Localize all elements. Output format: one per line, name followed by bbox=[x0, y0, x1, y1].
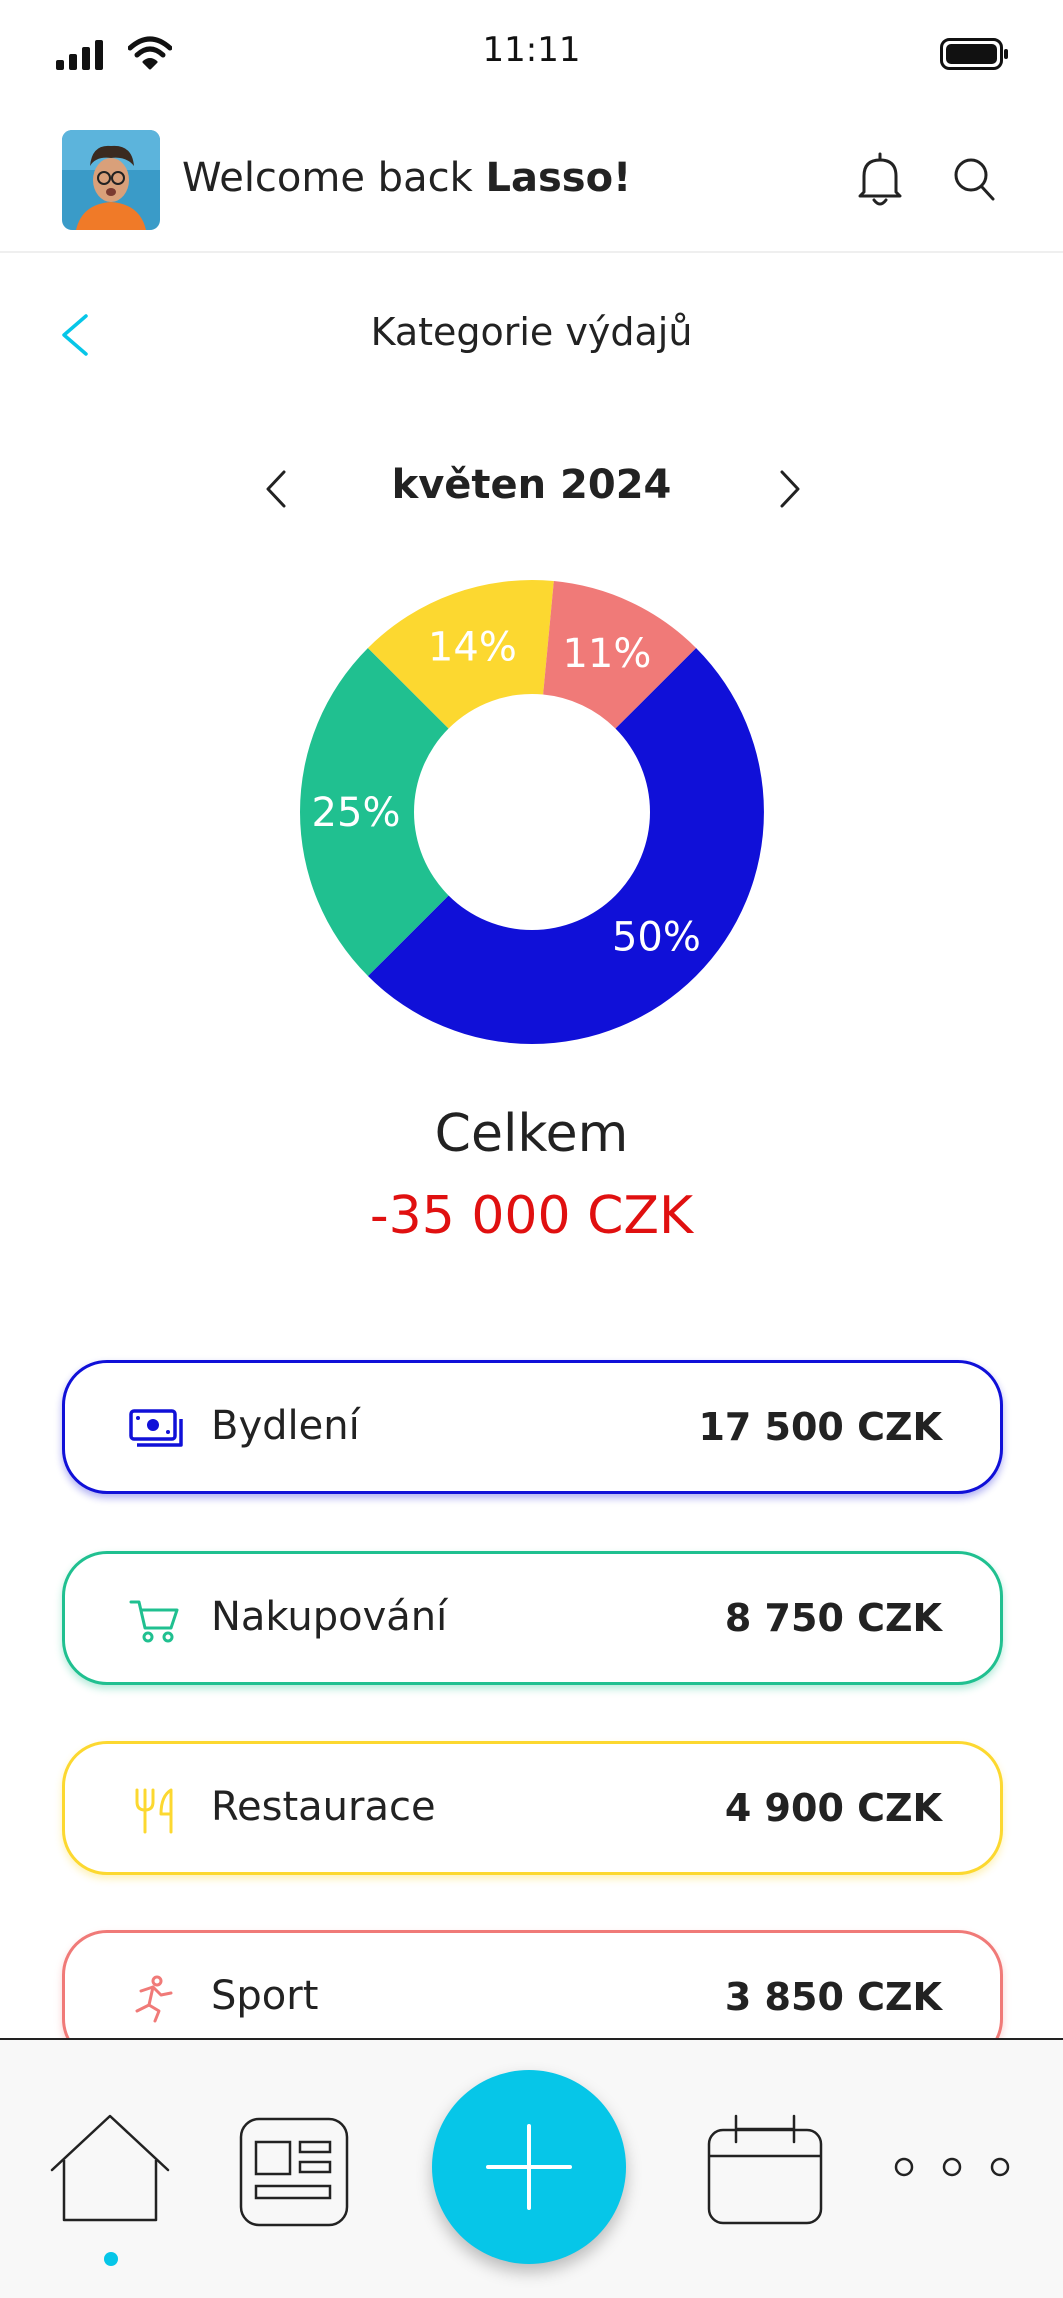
bottom-nav bbox=[0, 2038, 1063, 2298]
category-name: Sport bbox=[211, 1973, 319, 2019]
category-card-bydleni[interactable]: Bydlení 17 500 CZK bbox=[62, 1360, 1003, 1494]
expense-donut-chart: 50% 25% 14% 11% bbox=[300, 580, 764, 1044]
category-amount: 3 850 CZK bbox=[724, 1975, 942, 2019]
bell-icon[interactable] bbox=[856, 152, 904, 208]
status-time: 11:11 bbox=[482, 30, 581, 70]
total-label: Celkem bbox=[434, 1104, 629, 1164]
category-amount: 17 500 CZK bbox=[698, 1405, 942, 1449]
category-name: Bydlení bbox=[211, 1403, 360, 1449]
month-label: květen 2024 bbox=[391, 462, 672, 508]
add-button[interactable] bbox=[432, 2070, 626, 2264]
total-value: -35 000 CZK bbox=[369, 1186, 694, 1246]
donut-label-2: 25% bbox=[312, 790, 401, 836]
calendar-icon[interactable] bbox=[706, 2112, 824, 2226]
search-icon[interactable] bbox=[952, 156, 996, 202]
runner-icon bbox=[135, 1975, 173, 2023]
category-card-nakupovani[interactable]: Nakupování 8 750 CZK bbox=[62, 1551, 1003, 1685]
more-icon[interactable] bbox=[890, 2152, 1014, 2182]
avatar-image bbox=[62, 130, 160, 230]
money-icon bbox=[129, 1409, 183, 1447]
avatar[interactable] bbox=[62, 130, 160, 230]
plus-icon bbox=[486, 2124, 572, 2210]
news-icon[interactable] bbox=[238, 2116, 350, 2228]
donut-label-1: 50% bbox=[612, 914, 701, 960]
user-name: Lasso! bbox=[485, 155, 632, 201]
fork-knife-icon bbox=[135, 1788, 173, 1834]
status-bar: 11:11 bbox=[0, 0, 1063, 110]
donut-label-4: 11% bbox=[562, 631, 651, 677]
welcome-text: Welcome back Lasso! bbox=[182, 155, 631, 201]
welcome-prefix: Welcome back bbox=[182, 155, 486, 201]
category-card-restaurace[interactable]: Restaurace 4 900 CZK bbox=[62, 1741, 1003, 1875]
app-header: Welcome back Lasso! bbox=[0, 110, 1063, 253]
donut-label-3: 14% bbox=[428, 624, 517, 670]
category-name: Restaurace bbox=[211, 1784, 436, 1830]
page-title: Kategorie výdajů bbox=[370, 310, 693, 354]
category-name: Nakupování bbox=[211, 1594, 448, 1640]
active-indicator bbox=[104, 2252, 118, 2266]
category-amount: 8 750 CZK bbox=[724, 1596, 942, 1640]
cart-icon bbox=[129, 1600, 179, 1643]
next-month-chevron-icon[interactable] bbox=[772, 464, 808, 514]
home-icon[interactable] bbox=[48, 2112, 172, 2224]
category-amount: 4 900 CZK bbox=[724, 1786, 942, 1830]
battery-icon bbox=[940, 38, 1008, 70]
